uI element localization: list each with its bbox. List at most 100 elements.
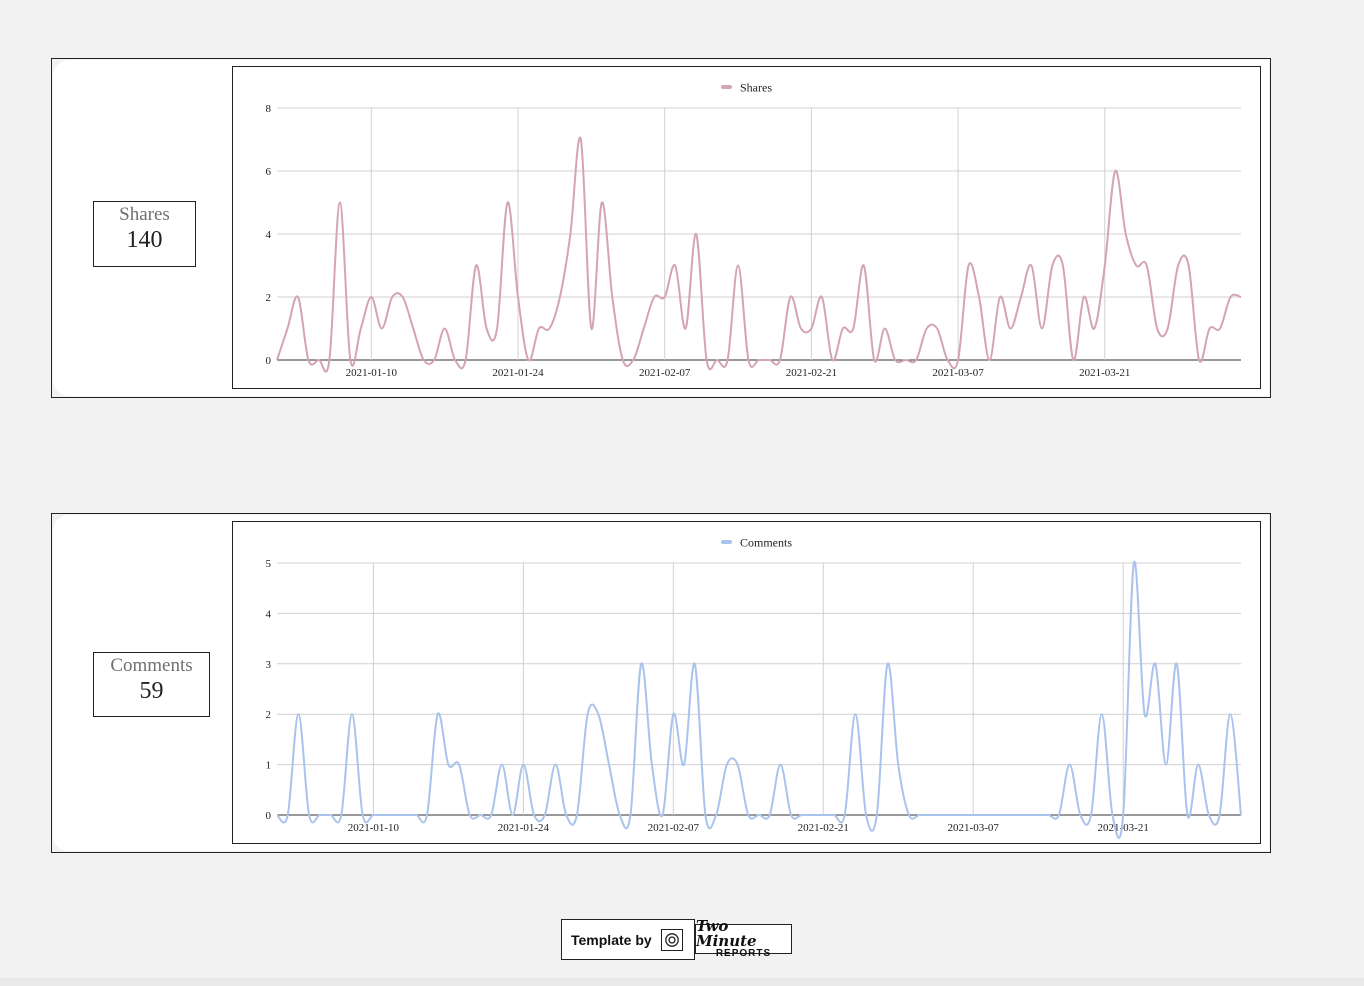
shares-data-point[interactable] bbox=[850, 326, 856, 332]
shares-data-point[interactable] bbox=[787, 294, 793, 300]
comments-data-point[interactable] bbox=[638, 661, 644, 667]
comments-data-point[interactable] bbox=[649, 762, 655, 768]
comments-series-line[interactable] bbox=[276, 560, 1242, 839]
comments-data-point[interactable] bbox=[1024, 812, 1030, 818]
shares-data-point[interactable] bbox=[945, 357, 951, 363]
comments-data-point[interactable] bbox=[692, 661, 698, 667]
shares-data-point[interactable] bbox=[1102, 263, 1108, 269]
comments-data-point[interactable] bbox=[1077, 812, 1083, 818]
shares-data-point[interactable] bbox=[284, 326, 290, 332]
legend[interactable]: Shares bbox=[721, 81, 772, 95]
comments-data-point[interactable] bbox=[810, 812, 816, 818]
comments-data-point[interactable] bbox=[542, 812, 548, 818]
shares-data-point[interactable] bbox=[808, 326, 814, 332]
comments-data-point[interactable] bbox=[799, 812, 805, 818]
shares-data-point[interactable] bbox=[1039, 326, 1045, 332]
shares-data-point[interactable] bbox=[588, 326, 594, 332]
comments-data-point[interactable] bbox=[606, 762, 612, 768]
shares-data-point[interactable] bbox=[976, 294, 982, 300]
shares-data-point[interactable] bbox=[1238, 294, 1244, 300]
comments-data-point[interactable] bbox=[1184, 812, 1190, 818]
shares-data-point[interactable] bbox=[913, 357, 919, 363]
shares-data-point[interactable] bbox=[536, 326, 542, 332]
shares-data-point[interactable] bbox=[693, 231, 699, 237]
comments-data-point[interactable] bbox=[370, 812, 376, 818]
comments-data-point[interactable] bbox=[938, 812, 944, 818]
comments-data-point[interactable] bbox=[735, 762, 741, 768]
comments-data-point[interactable] bbox=[435, 711, 441, 717]
shares-data-point[interactable] bbox=[1186, 263, 1192, 269]
comments-data-point[interactable] bbox=[413, 812, 419, 818]
shares-data-point[interactable] bbox=[1081, 294, 1087, 300]
shares-data-point[interactable] bbox=[326, 357, 332, 363]
comments-data-point[interactable] bbox=[338, 812, 344, 818]
comments-data-point[interactable] bbox=[1099, 711, 1105, 717]
comments-data-point[interactable] bbox=[1163, 762, 1169, 768]
shares-data-point[interactable] bbox=[305, 357, 311, 363]
comments-data-point[interactable] bbox=[681, 762, 687, 768]
shares-data-point[interactable] bbox=[557, 294, 563, 300]
shares-data-point[interactable] bbox=[1028, 263, 1034, 269]
shares-data-point[interactable] bbox=[463, 357, 469, 363]
shares-data-point[interactable] bbox=[840, 326, 846, 332]
shares-data-point[interactable] bbox=[1165, 326, 1171, 332]
comments-data-point[interactable] bbox=[831, 812, 837, 818]
shares-data-point[interactable] bbox=[1123, 231, 1129, 237]
shares-data-point[interactable] bbox=[714, 357, 720, 363]
shares-data-point[interactable] bbox=[473, 263, 479, 269]
shares-data-point[interactable] bbox=[1144, 263, 1150, 269]
shares-data-point[interactable] bbox=[934, 326, 940, 332]
comments-data-point[interactable] bbox=[1013, 812, 1019, 818]
comments-data-point[interactable] bbox=[863, 812, 869, 818]
shares-data-point[interactable] bbox=[672, 263, 678, 269]
shares-data-point[interactable] bbox=[546, 326, 552, 332]
footer-credit[interactable]: Template by Two Minute REPORTS bbox=[561, 919, 792, 960]
shares-data-point[interactable] bbox=[410, 326, 416, 332]
shares-data-point[interactable] bbox=[704, 357, 710, 363]
shares-data-point[interactable] bbox=[1175, 263, 1181, 269]
shares-data-point[interactable] bbox=[882, 326, 888, 332]
shares-data-point[interactable] bbox=[1154, 326, 1160, 332]
comments-data-point[interactable] bbox=[713, 812, 719, 818]
comments-data-point[interactable] bbox=[563, 812, 569, 818]
comments-data-point[interactable] bbox=[852, 711, 858, 717]
comments-data-point[interactable] bbox=[1131, 560, 1137, 566]
comments-data-point[interactable] bbox=[424, 812, 430, 818]
comments-data-point[interactable] bbox=[927, 812, 933, 818]
comments-data-point[interactable] bbox=[788, 812, 794, 818]
comments-data-point[interactable] bbox=[1142, 711, 1148, 717]
comments-data-point[interactable] bbox=[295, 711, 301, 717]
shares-data-point[interactable] bbox=[1018, 294, 1024, 300]
comments-data-point[interactable] bbox=[478, 812, 484, 818]
comments-data-point[interactable] bbox=[1217, 812, 1223, 818]
comments-data-point[interactable] bbox=[1152, 661, 1158, 667]
shares-data-point[interactable] bbox=[358, 326, 364, 332]
comments-data-point[interactable] bbox=[510, 812, 516, 818]
shares-data-point[interactable] bbox=[955, 357, 961, 363]
shares-data-point[interactable] bbox=[651, 294, 657, 300]
comments-data-point[interactable] bbox=[1174, 661, 1180, 667]
shares-data-point[interactable] bbox=[578, 137, 584, 143]
shares-data-point[interactable] bbox=[442, 326, 448, 332]
shares-data-point[interactable] bbox=[861, 263, 867, 269]
two-minute-reports-logo[interactable]: Two Minute REPORTS bbox=[695, 919, 792, 959]
comments-data-point[interactable] bbox=[403, 812, 409, 818]
shares-data-point[interactable] bbox=[368, 294, 374, 300]
shares-data-point[interactable] bbox=[662, 294, 668, 300]
shares-data-point[interactable] bbox=[525, 357, 531, 363]
shares-data-point[interactable] bbox=[1060, 263, 1066, 269]
comments-data-point[interactable] bbox=[328, 812, 334, 818]
shares-data-point[interactable] bbox=[1228, 294, 1234, 300]
shares-data-point[interactable] bbox=[494, 326, 500, 332]
shares-data-point[interactable] bbox=[452, 357, 458, 363]
shares-data-point[interactable] bbox=[421, 357, 427, 363]
comments-data-point[interactable] bbox=[1088, 812, 1094, 818]
comments-data-point[interactable] bbox=[1109, 812, 1115, 818]
shares-data-point[interactable] bbox=[725, 357, 731, 363]
comments-data-point[interactable] bbox=[702, 812, 708, 818]
comments-data-point[interactable] bbox=[467, 812, 473, 818]
comments-data-point[interactable] bbox=[917, 812, 923, 818]
legend[interactable]: Comments bbox=[721, 536, 792, 550]
comments-data-point[interactable] bbox=[317, 812, 323, 818]
comments-data-point[interactable] bbox=[981, 812, 987, 818]
